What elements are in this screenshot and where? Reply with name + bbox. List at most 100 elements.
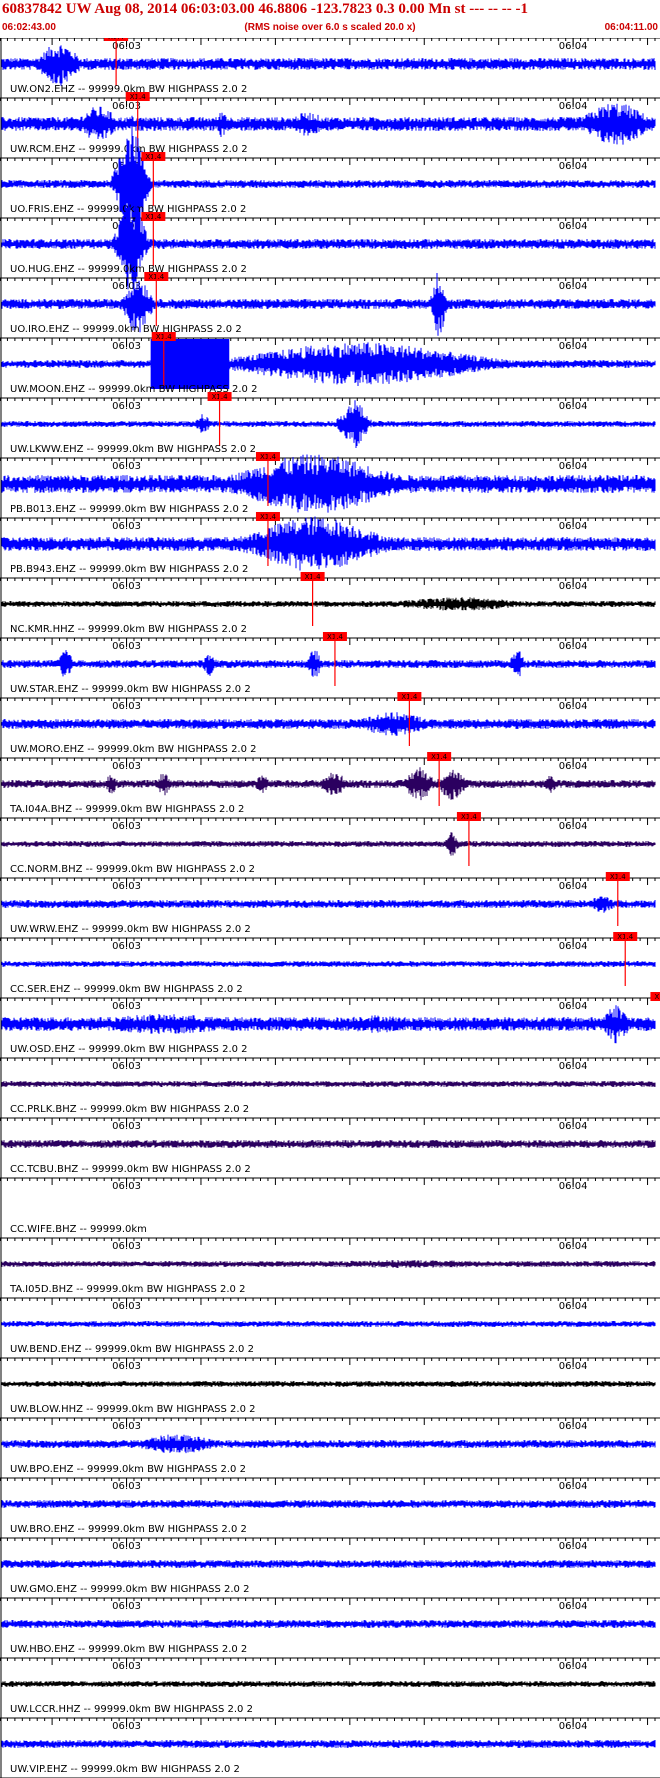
waveform	[1, 103, 656, 145]
waveform	[1, 342, 656, 386]
trace-panel: 06:03 06:04 UW.BEND.EHZ -- 99999.0km BW HI…	[0, 1297, 660, 1358]
minute-tick-label: 06:04	[559, 521, 588, 532]
trace-panel: 06:03 06:04 UW.HBO.EHZ -- 99999.0km BW HIG…	[0, 1597, 660, 1658]
minute-tick-label: 06:04	[559, 1481, 588, 1492]
trace-panel: 06:03 06:04X1.4UW.MOON.EHZ -- 99999.0km B…	[0, 332, 660, 398]
minute-tick-label: 06:03	[112, 1121, 141, 1132]
trace-panel: 06:03 06:04X1.4UW.MORO.EHZ -- 99999.0km B…	[0, 692, 660, 758]
plot-header: 60837842 UW Aug 08, 2014 06:03:03.00 46.…	[0, 0, 660, 38]
station-label: UW.VIP.EHZ -- 99999.0km BW HIGHPASS 2.0 …	[10, 1764, 240, 1775]
station-label: CC.NORM.BHZ -- 99999.0km BW HIGHPASS 2.0…	[10, 864, 255, 875]
waveform	[1, 650, 656, 677]
waveform	[1, 961, 656, 967]
trace-panel: 06:03 06:04 X1.4 UW.OSD.EHZ -- 99999.0km BW…	[0, 992, 660, 1058]
minute-tick-label: 06:03	[112, 1301, 141, 1312]
station-label: UW.OSD.EHZ -- 99999.0km BW HIGHPASS 2.0 …	[10, 1044, 248, 1055]
event-title: 60837842 UW Aug 08, 2014 06:03:03.00 46.…	[2, 1, 528, 17]
minute-tick-label: 06:04	[559, 1421, 588, 1432]
pick-marker-label: X1.4	[654, 993, 660, 1001]
waveform	[1, 1620, 656, 1628]
station-label: UW.BPO.EHZ -- 99999.0km BW HIGHPASS 2.0 …	[10, 1464, 246, 1475]
trace-panel: 06:03 06:04 X1.4 CC.SER.EHZ -- 99999.0km BW…	[0, 932, 660, 998]
trace-panel: 06:03 06:04 UW.LCCR.HHZ -- 99999.0km BW HI…	[0, 1657, 660, 1718]
minute-tick-label: 06:04	[559, 1001, 588, 1012]
minute-tick-label: 06:03	[112, 521, 141, 532]
minute-tick-label: 06:04	[559, 41, 588, 52]
trace-panel: 06:03 06:04 CC.WIFE.BHZ -- 99999.0km	[0, 1177, 660, 1238]
minute-tick-label: 06:04	[559, 161, 588, 172]
waveform	[1, 1434, 656, 1454]
station-label: UO.IRO.EHZ -- 99999.0km BW HIGHPASS 2.0 …	[10, 324, 242, 335]
station-label: UW.BEND.EHZ -- 99999.0km BW HIGHPASS 2.0…	[10, 1344, 254, 1355]
trace-panel: 06:03 06:04X1.4UO.IRO.EHZ -- 99999.0km BW…	[0, 272, 660, 338]
minute-tick-label: 06:04	[559, 1181, 588, 1192]
waveform	[1, 1005, 656, 1044]
minute-tick-label: 06:03	[112, 101, 141, 112]
minute-tick-label: 06:04	[559, 581, 588, 592]
minute-tick-label: 06:04	[559, 1241, 588, 1252]
minute-tick-label: 06:04	[559, 1061, 588, 1072]
minute-tick-label: 06:03	[112, 881, 141, 892]
end-time-label: 06:04:11.00	[604, 22, 658, 33]
minute-tick-label: 06:03	[112, 641, 141, 652]
minute-tick-label: 06:03	[112, 1361, 141, 1372]
seismogram-panel: 06:0306:04X1.4UW.ON2.EHZ -- 99999.0km BW…	[0, 38, 660, 1778]
minute-tick-label: 06:03	[112, 1481, 141, 1492]
minute-tick-label: 06:03	[112, 1001, 141, 1012]
trace-panel: 06:03 06:04 UW.VIP.EHZ -- 99999.0km BW HIG…	[0, 1717, 660, 1778]
station-label: CC.PRLK.BHZ -- 99999.0km BW HIGHPASS 2.0…	[10, 1104, 249, 1115]
minute-tick-label: 06:04	[559, 761, 588, 772]
minute-tick-label: 06:04	[559, 401, 588, 412]
trace-panel: 06:0306:04X1.4UW.ON2.EHZ -- 99999.0km BW…	[0, 38, 660, 98]
trace-panel: 06:03 06:04 UW.BRO.EHZ -- 99999.0km BW HIG…	[0, 1477, 660, 1538]
station-label: CC.WIFE.BHZ -- 99999.0km	[10, 1224, 147, 1235]
minute-tick-label: 06:03	[112, 461, 141, 472]
waveform	[1, 400, 656, 448]
station-label: PB.B943.EHZ -- 99999.0km BW HIGHPASS 2.0…	[10, 564, 248, 575]
station-label: TA.I05D.BHZ -- 99999.0km BW HIGHPASS 2.0…	[9, 1284, 245, 1295]
minute-tick-label: 06:04	[559, 941, 588, 952]
station-label: UW.BRO.EHZ -- 99999.0km BW HIGHPASS 2.0 …	[10, 1524, 247, 1535]
trace-panel: 06:03 06:04X1.4PB.B013.EHZ -- 99999.0km B…	[0, 452, 660, 518]
waveform	[1, 1681, 656, 1687]
trace-panel: 06:03 06:04 UW.BLOW.HHZ -- 99999.0km BW HI…	[0, 1357, 660, 1418]
station-label: UW.BLOW.HHZ -- 99999.0km BW HIGHPASS 2.0…	[10, 1404, 256, 1415]
minute-tick-label: 06:04	[559, 461, 588, 472]
minute-tick-label: 06:04	[559, 701, 588, 712]
trace-panel: 06:03 06:04 TA.I05D.BHZ -- 99999.0km BW HI…	[0, 1237, 660, 1298]
minute-tick-label: 06:04	[559, 1121, 588, 1132]
rms-note: (RMS noise over 6.0 s scaled 20.0 x)	[244, 22, 416, 33]
minute-tick-label: 06:04	[559, 1361, 588, 1372]
waveform	[1, 712, 656, 736]
station-label: UW.GMO.EHZ -- 99999.0km BW HIGHPASS 2.0 …	[10, 1584, 249, 1595]
trace-panel: 06:03 06:04X1.4UW.LKWW.EHZ -- 99999.0km B…	[0, 392, 660, 458]
waveform	[1, 1500, 656, 1508]
clipped-block	[150, 339, 230, 389]
station-label: UW.LCCR.HHZ -- 99999.0km BW HIGHPASS 2.0…	[10, 1704, 253, 1715]
trace-panel: 06:03 06:04X1.4NC.KMR.HHZ -- 99999.0km BW…	[0, 572, 660, 638]
trace-panel: 06:03 06:04 CC.TCBU.BHZ -- 99999.0km BW HI…	[0, 1117, 660, 1178]
trace-panel: 06:03 06:04X1.4UW.RCM.EHZ -- 99999.0km BW…	[0, 92, 660, 158]
station-label: TA.I04A.BHZ -- 99999.0km BW HIGHPASS 2.0…	[9, 804, 244, 815]
waveform	[1, 115, 656, 252]
minute-tick-label: 06:03	[112, 1181, 141, 1192]
waveform	[1, 767, 656, 801]
minute-tick-label: 06:03	[112, 581, 141, 592]
station-label: NC.KMR.HHZ -- 99999.0km BW HIGHPASS 2.0 …	[10, 624, 247, 635]
trace-panel: 06:03 06:04X1.4CC.NORM.BHZ -- 99999.0km B…	[0, 812, 660, 878]
minute-tick-label: 06:03	[112, 341, 141, 352]
waveform	[1, 1740, 656, 1748]
minute-tick-label: 06:04	[559, 1301, 588, 1312]
minute-tick-label: 06:03	[112, 1541, 141, 1552]
station-label: CC.SER.EHZ -- 99999.0km BW HIGHPASS 2.0 …	[10, 984, 243, 995]
waveform	[1, 896, 656, 913]
station-label: UW.MORO.EHZ -- 99999.0km BW HIGHPASS 2.0…	[10, 744, 257, 755]
minute-tick-label: 06:04	[559, 341, 588, 352]
waveform	[1, 1260, 656, 1268]
minute-tick-label: 06:03	[112, 821, 141, 832]
minute-tick-label: 06:04	[559, 101, 588, 112]
trace-panel: 06:03 06:04X1.4UW.WRW.EHZ -- 99999.0km BW…	[0, 872, 660, 938]
minute-tick-label: 06:03	[112, 1601, 141, 1612]
minute-tick-label: 06:03	[112, 701, 141, 712]
minute-tick-label: 06:03	[112, 1661, 141, 1672]
